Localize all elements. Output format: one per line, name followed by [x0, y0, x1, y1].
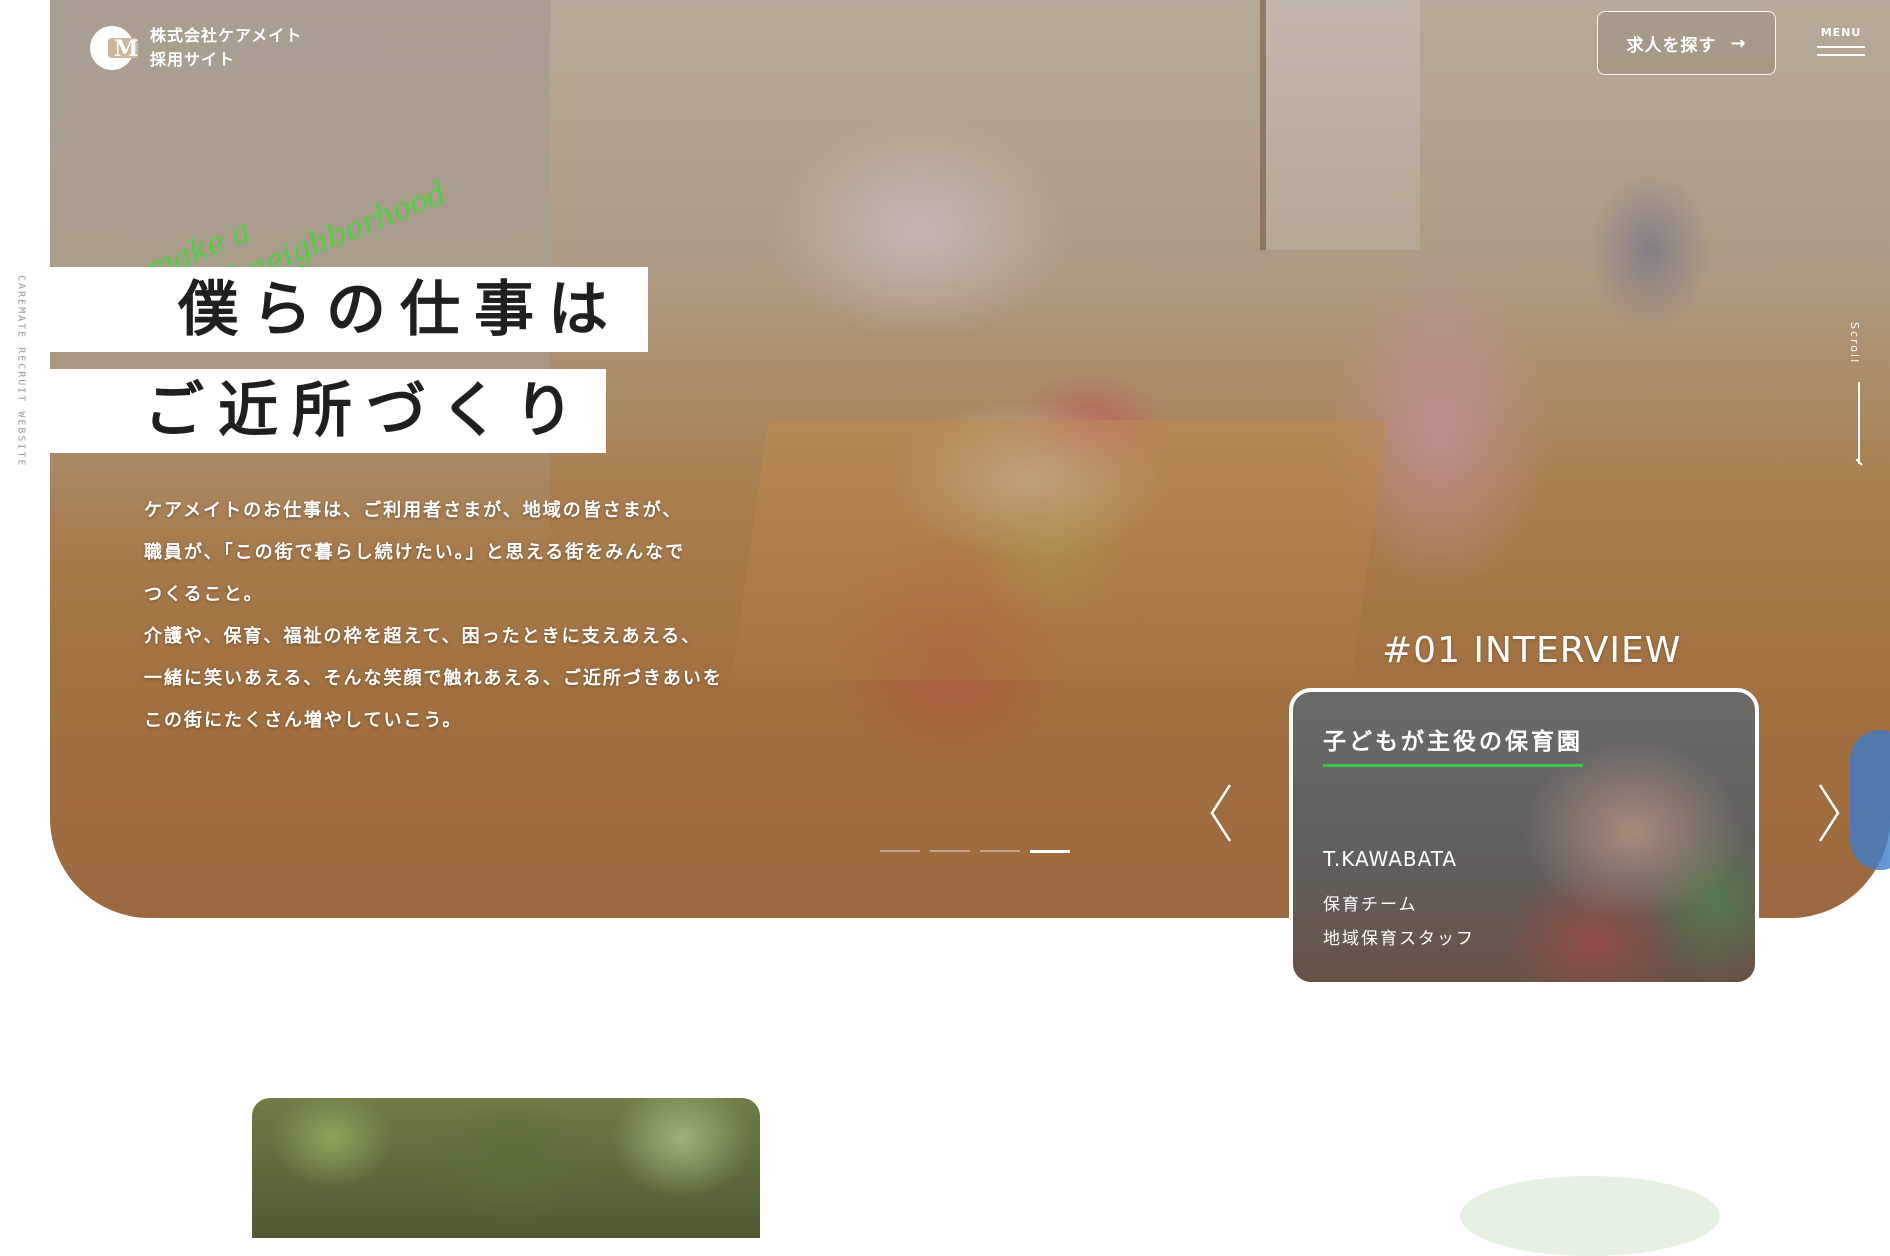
arrow-right-icon: → [1730, 32, 1747, 54]
site-logo[interactable]: M 株式会社ケアメイト 採用サイト [90, 24, 302, 72]
side-label: CAREMATE RECRUIT WEBSITE [10, 275, 32, 475]
interview-card-team: 保育チーム [1323, 895, 1418, 915]
section-photo [252, 1098, 760, 1238]
hero-lead-text: ケアメイトのお仕事は、ご利用者さまが、地域の皆さまが、 職員が、「この街で暮らし… [144, 490, 784, 742]
side-label-text: CAREMATE RECRUIT WEBSITE [15, 275, 27, 468]
menu-button[interactable]: MENU [1816, 26, 1866, 62]
lead-line: 職員が、「この街で暮らし続けたい。」と思える街をみんなで [144, 542, 686, 563]
lead-line: つくること。 [144, 584, 264, 605]
interview-label: #01 INTERVIEW [1382, 630, 1682, 671]
job-search-button[interactable]: 求人を探す → [1597, 11, 1776, 75]
logo-company-name: 株式会社ケアメイト [150, 26, 303, 45]
interview-card[interactable]: 子どもが主役の保育園 T.KAWABATA 保育チーム 地域保育スタッフ [1289, 688, 1759, 986]
hamburger-icon [1817, 46, 1865, 48]
next-slide-preview [1850, 730, 1890, 870]
lead-line: 一緒に笑いあえる、そんな笑顔で触れあえる、ご近所づきあいを [144, 668, 723, 689]
logo-site-name: 採用サイト [150, 50, 236, 69]
hero-heading-line2: ご近所づくり [50, 369, 606, 453]
interview-card-title: 子どもが主役の保育園 [1323, 722, 1583, 767]
job-search-label: 求人を探す [1626, 35, 1717, 56]
slider-dot[interactable] [930, 850, 970, 852]
lead-line: 介護や、保育、福祉の枠を超えて、困ったときに支えあえる、 [144, 626, 702, 647]
slider-dot[interactable] [980, 850, 1020, 852]
scroll-label: Scroll [1848, 322, 1861, 365]
scroll-indicator[interactable]: Scroll [1848, 322, 1872, 472]
interview-card-role: 保育チーム 地域保育スタッフ [1323, 888, 1475, 956]
logo-mark: M [90, 26, 142, 70]
lead-line: ケアメイトのお仕事は、ご利用者さまが、地域の皆さまが、 [144, 500, 683, 521]
menu-label: MENU [1820, 26, 1862, 39]
scroll-arrow-icon [1858, 382, 1860, 464]
lead-line: この街にたくさん増やしていこう。 [144, 710, 463, 731]
slider-dot[interactable] [1030, 850, 1070, 853]
chevron-left-icon[interactable] [1208, 783, 1234, 843]
interview-card-name: T.KAWABATA [1323, 847, 1458, 871]
decorative-blob [1460, 1176, 1720, 1256]
logo-text: 株式会社ケアメイト 採用サイト [150, 24, 302, 72]
chevron-right-icon[interactable] [1816, 783, 1842, 843]
interview-card-position: 地域保育スタッフ [1323, 929, 1475, 949]
slider-dot[interactable] [880, 850, 920, 852]
hero-heading-line1: 僕らの仕事は [50, 267, 648, 352]
slider-pagination [880, 850, 1070, 853]
